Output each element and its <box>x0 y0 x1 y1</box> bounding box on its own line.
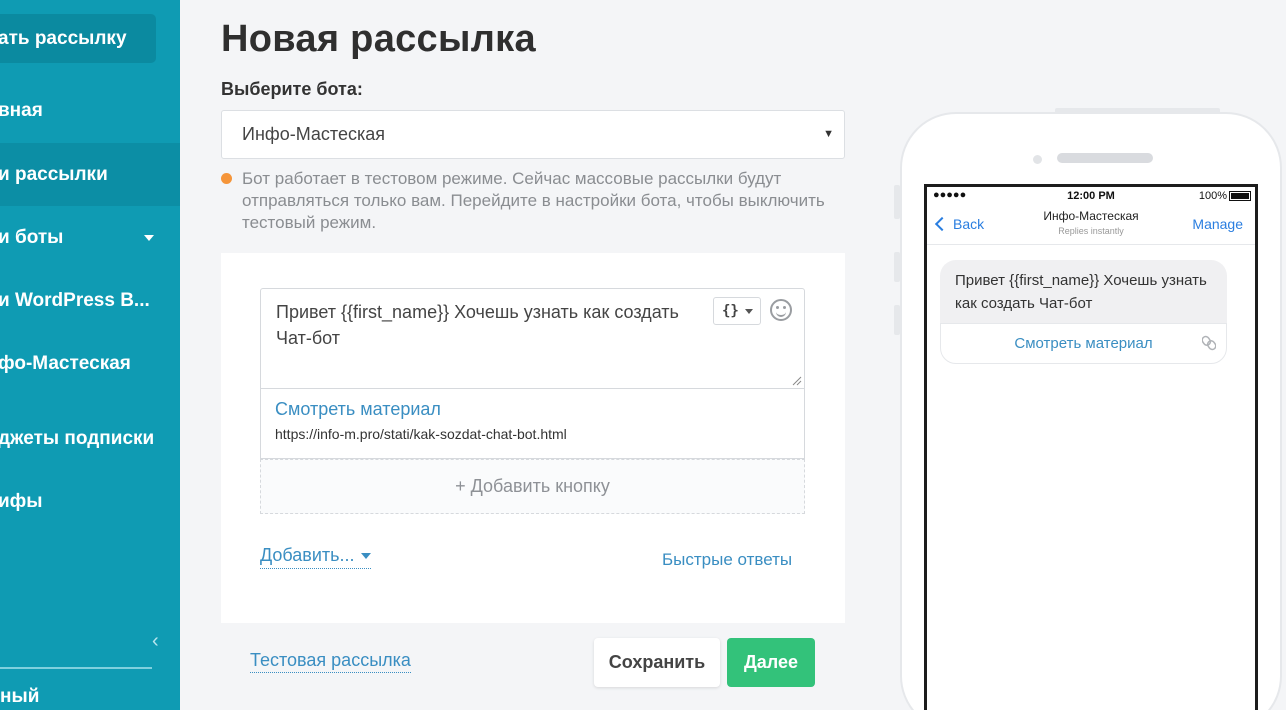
sidebar-divider <box>0 667 152 669</box>
sidebar-item-label: и боты <box>0 227 64 248</box>
footer-actions: Тестовая рассылка Сохранить Далее <box>221 623 845 703</box>
phone-screen: ●●●●● 12:00 PM 100% Back Инфо-Мастеская … <box>924 184 1258 710</box>
notice-text: Бот работает в тестовом режиме. Сейчас м… <box>242 169 825 232</box>
status-bar: ●●●●● 12:00 PM 100% <box>927 187 1255 205</box>
button-url: https://info-m.pro/stati/kak-sozdat-chat… <box>275 426 567 442</box>
sidebar-item-home[interactable]: вная <box>0 92 180 130</box>
messenger-navbar: Back Инфо-Мастеская Replies instantly Ma… <box>927 205 1255 245</box>
chevron-down-icon <box>360 553 371 560</box>
collapse-sidebar-icon[interactable]: ‹ <box>152 630 159 653</box>
sidebar-item-bot[interactable]: фо-Мастеская <box>0 344 180 384</box>
chevron-down-icon <box>745 309 753 314</box>
battery-level: 100% <box>1198 190 1227 202</box>
add-more-label: Добавить... <box>260 545 355 565</box>
insert-variable-button[interactable]: {} <box>713 297 761 325</box>
emoji-icon[interactable] <box>770 299 792 321</box>
chat-button-label: Смотреть материал <box>1014 335 1153 352</box>
sidebar-item-label: фо-Мастеская <box>0 353 131 374</box>
bot-select-label: Выберите бота: <box>221 79 363 99</box>
dropdown-arrow-icon: ▼ <box>823 128 834 140</box>
message-editor-card: Привет {{first_name}} Хочешь узнать как … <box>221 253 845 623</box>
message-button-item[interactable]: Смотреть материал https://info-m.pro/sta… <box>260 389 805 459</box>
sidebar-item-label: джеты подписки <box>0 428 155 449</box>
quick-replies-link[interactable]: Быстрые ответы <box>662 550 792 570</box>
add-more-dropdown[interactable]: Добавить... <box>260 545 371 569</box>
test-mode-notice: Бот работает в тестовом режиме. Сейчас м… <box>221 168 841 234</box>
sidebar-item-tariffs[interactable]: ифы <box>0 482 180 522</box>
chat-message-button: Смотреть материал <box>940 323 1227 364</box>
sidebar-item-broadcasts[interactable]: и рассылки <box>0 143 180 206</box>
braces-icon: {} <box>722 303 739 319</box>
next-button[interactable]: Далее <box>727 638 815 687</box>
phone-camera <box>1033 155 1042 164</box>
sidebar-item-wordpress[interactable]: и WordPress B... <box>0 281 180 321</box>
add-button-button[interactable]: + Добавить кнопку <box>260 459 805 514</box>
resize-handle-icon[interactable] <box>792 376 802 386</box>
save-button[interactable]: Сохранить <box>594 638 720 687</box>
phone-preview: ●●●●● 12:00 PM 100% Back Инфо-Мастеская … <box>900 112 1282 710</box>
sidebar-item-label: и WordPress B... <box>0 290 150 311</box>
page-title: Новая рассылка <box>221 18 536 60</box>
sidebar-bottom-item[interactable]: ный <box>0 686 39 708</box>
manage-link: Manage <box>1192 216 1243 232</box>
sidebar: ать рассылку вная и рассылки и боты и Wo… <box>0 0 180 710</box>
message-text[interactable]: Привет {{first_name}} Хочешь узнать как … <box>276 299 706 351</box>
test-broadcast-link[interactable]: Тестовая рассылка <box>250 650 411 673</box>
sidebar-item-label: и рассылки <box>0 163 108 185</box>
bot-select[interactable]: Инфо-Мастеская ▼ <box>221 110 845 159</box>
warning-dot-icon <box>221 173 232 184</box>
button-title[interactable]: Смотреть материал <box>275 399 441 420</box>
sidebar-item-widgets[interactable]: джеты подписки <box>0 419 180 459</box>
sidebar-item-label: вная <box>0 100 43 121</box>
bot-select-value: Инфо-Мастеская <box>242 124 385 144</box>
phone-speaker <box>1057 153 1153 163</box>
chat-message-bubble: Привет {{first_name}} Хочешь узнать как … <box>940 260 1227 323</box>
link-icon <box>1202 335 1216 351</box>
new-broadcast-button[interactable]: ать рассылку <box>0 14 156 63</box>
sidebar-item-bots[interactable]: и боты <box>0 218 180 258</box>
chevron-down-icon <box>144 235 154 241</box>
message-textarea[interactable]: Привет {{first_name}} Хочешь узнать как … <box>260 288 805 389</box>
sidebar-item-label: ифы <box>0 491 43 512</box>
battery-icon <box>1229 191 1251 201</box>
